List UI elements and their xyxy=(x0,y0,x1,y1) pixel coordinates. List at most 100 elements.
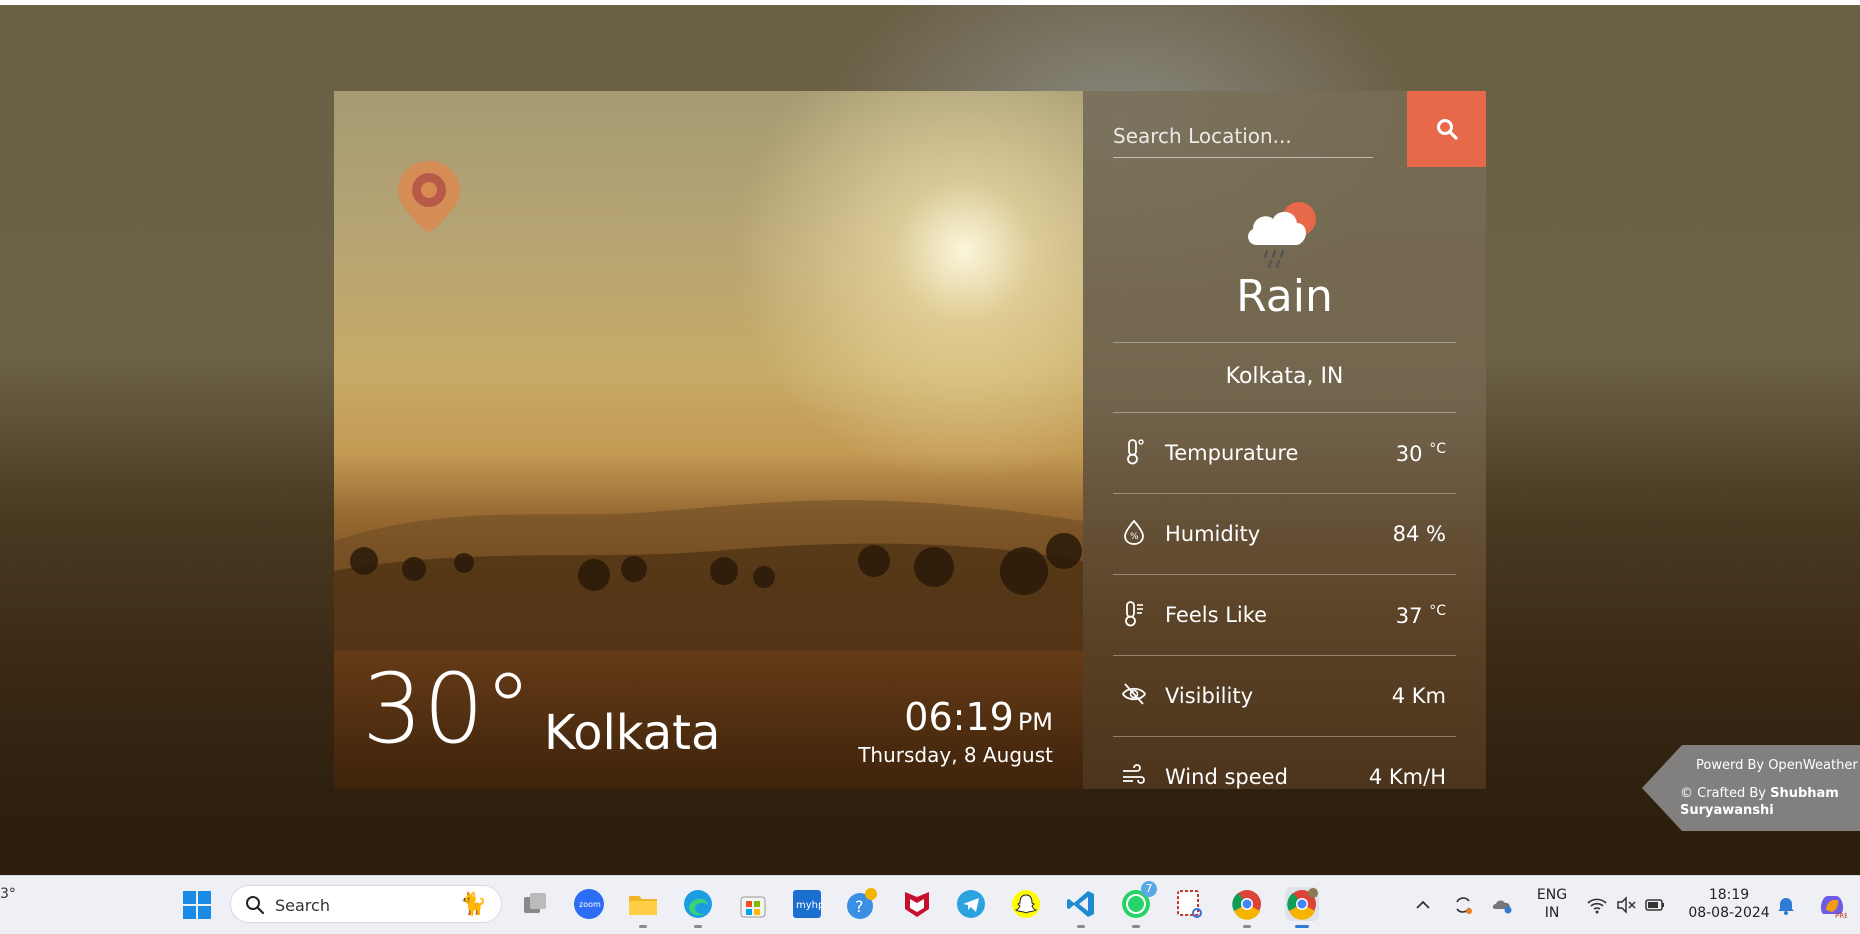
svg-text:?: ? xyxy=(855,897,864,916)
stat-row-visibility: Visibility 4 Km xyxy=(1113,658,1456,738)
powered-by-text: Powerd By OpenWeather xyxy=(1696,758,1858,773)
location-pin-logo-icon xyxy=(398,161,460,233)
weather-condition: Rain xyxy=(1236,271,1333,322)
taskbar-search-box[interactable]: Search 🐈 xyxy=(230,885,502,923)
crafted-by-text: © Crafted By Shubham Suryawanshi xyxy=(1680,785,1856,819)
notification-badge: 7 xyxy=(1141,881,1157,897)
location-label: Kolkata, IN xyxy=(1225,364,1344,389)
current-temperature: 30° xyxy=(362,653,533,765)
svg-text:%: % xyxy=(1130,532,1139,542)
clock-date: 08-08-2024 xyxy=(1688,905,1770,921)
svg-text:zoom: zoom xyxy=(579,900,601,909)
language-code: ENG xyxy=(1536,887,1568,903)
landscape-illustration xyxy=(334,500,1083,651)
stat-value: 37 °C xyxy=(1396,603,1446,628)
weather-details-panel: Rain Kolkata, IN Tempurature 30 °C % Hum… xyxy=(1083,91,1486,789)
file-explorer-icon[interactable] xyxy=(626,887,660,928)
divider xyxy=(1113,736,1456,737)
rain-cloud-icon xyxy=(1248,202,1316,269)
stat-row-humidity: % Humidity 84 % xyxy=(1113,496,1456,576)
credits-badge: Powerd By OpenWeather © Crafted By Shubh… xyxy=(1642,745,1860,831)
myhp-app-icon[interactable]: myhp xyxy=(790,887,824,921)
search-icon xyxy=(1436,119,1458,140)
telegram-icon[interactable] xyxy=(954,887,988,921)
stat-row-wind-speed: Wind speed 4 Km/H xyxy=(1113,739,1456,789)
stat-value: 4 Km/H xyxy=(1368,765,1446,789)
search-highlight-cat-icon: 🐈 xyxy=(459,892,487,917)
stat-row-temperature: Tempurature 30 °C xyxy=(1113,415,1456,495)
current-time-line: 06:19 PM xyxy=(858,695,1053,739)
stat-value: 84 % xyxy=(1392,522,1446,546)
onedrive-icon[interactable] xyxy=(1491,894,1513,916)
snapchat-icon[interactable] xyxy=(1009,887,1043,921)
get-help-icon[interactable]: ? xyxy=(845,887,879,921)
edge-browser-icon[interactable] xyxy=(681,887,715,928)
windows-taskbar: 3° Search 🐈 zoom myhp ? 7 ENG IN 18:19 0… xyxy=(0,875,1860,934)
am-pm: PM xyxy=(1017,708,1053,736)
wifi-icon[interactable] xyxy=(1586,894,1608,916)
search-row xyxy=(1113,119,1373,158)
running-indicator xyxy=(1243,925,1251,928)
taskbar-weather-widget[interactable]: 3° xyxy=(0,886,16,902)
divider xyxy=(1113,493,1456,494)
task-view-icon[interactable] xyxy=(518,887,552,921)
stat-value: 4 Km xyxy=(1391,684,1446,708)
thermometer-feels-icon xyxy=(1125,601,1143,627)
region-code: IN xyxy=(1544,905,1560,921)
battery-icon[interactable] xyxy=(1644,894,1666,916)
humidity-drop-icon: % xyxy=(1124,519,1144,545)
search-button[interactable] xyxy=(1407,91,1486,167)
running-indicator xyxy=(694,925,702,928)
weather-card: 30° Kolkata 06:19PM Thursday, 8 August xyxy=(334,91,1486,789)
divider xyxy=(1113,342,1456,343)
clock-time: 18:19 xyxy=(1708,887,1750,903)
chrome-active-icon[interactable] xyxy=(1285,887,1319,928)
vscode-icon[interactable] xyxy=(1064,887,1098,928)
svg-text:myhp: myhp xyxy=(796,900,824,911)
crafted-prefix: © Crafted By xyxy=(1680,786,1771,801)
eye-slash-icon xyxy=(1121,683,1147,705)
stat-number: 30 xyxy=(1395,442,1423,466)
running-indicator xyxy=(639,925,647,928)
sync-icon[interactable] xyxy=(1452,894,1474,916)
search-icon xyxy=(246,896,265,915)
divider xyxy=(1113,655,1456,656)
weather-scene: 30° Kolkata 06:19 PM Thursday, 8 August xyxy=(334,91,1083,789)
thermometer-icon xyxy=(1127,439,1144,465)
svg-text:PRE: PRE xyxy=(1835,912,1847,920)
stat-unit: °C xyxy=(1429,603,1446,619)
stat-label: Tempurature xyxy=(1165,441,1299,465)
stat-label: Wind speed xyxy=(1165,765,1288,789)
taskbar-clock[interactable]: 18:19 08-08-2024 xyxy=(1684,886,1774,922)
microsoft-store-icon[interactable] xyxy=(736,887,770,921)
chrome-icon[interactable] xyxy=(1230,887,1264,928)
stat-row-feels-like: Feels Like 37 °C xyxy=(1113,577,1456,657)
stat-label: Humidity xyxy=(1165,522,1261,546)
divider xyxy=(1113,574,1456,575)
stat-label: Feels Like xyxy=(1165,603,1268,627)
current-date: Thursday, 8 August xyxy=(858,742,1053,767)
windows-start-icon[interactable] xyxy=(182,890,212,920)
mcafee-icon[interactable] xyxy=(900,887,934,921)
running-indicator xyxy=(1077,925,1085,928)
divider xyxy=(1113,412,1456,413)
stat-label: Visibility xyxy=(1165,684,1254,708)
language-indicator[interactable]: ENG IN xyxy=(1530,886,1574,922)
current-time: 06:19 xyxy=(904,695,1014,739)
snipping-tool-icon[interactable] xyxy=(1173,887,1207,921)
zoom-app-icon[interactable]: zoom xyxy=(572,887,606,921)
search-location-input[interactable] xyxy=(1113,119,1371,153)
copilot-icon[interactable]: PRE xyxy=(1817,890,1847,920)
window-top-edge xyxy=(0,0,1860,5)
chevron-up-icon[interactable] xyxy=(1412,894,1434,916)
time-block: 06:19 PM Thursday, 8 August xyxy=(858,695,1053,767)
active-indicator xyxy=(1295,925,1309,928)
notification-bell-icon[interactable] xyxy=(1775,894,1797,916)
running-indicator xyxy=(1132,925,1140,928)
speaker-muted-icon[interactable] xyxy=(1615,894,1637,916)
stat-unit: °C xyxy=(1429,441,1446,457)
stat-value: 30 °C xyxy=(1396,441,1446,466)
whatsapp-icon[interactable]: 7 xyxy=(1119,881,1157,928)
city-name: Kolkata xyxy=(544,705,721,761)
taskbar-search-label: Search xyxy=(275,896,330,915)
